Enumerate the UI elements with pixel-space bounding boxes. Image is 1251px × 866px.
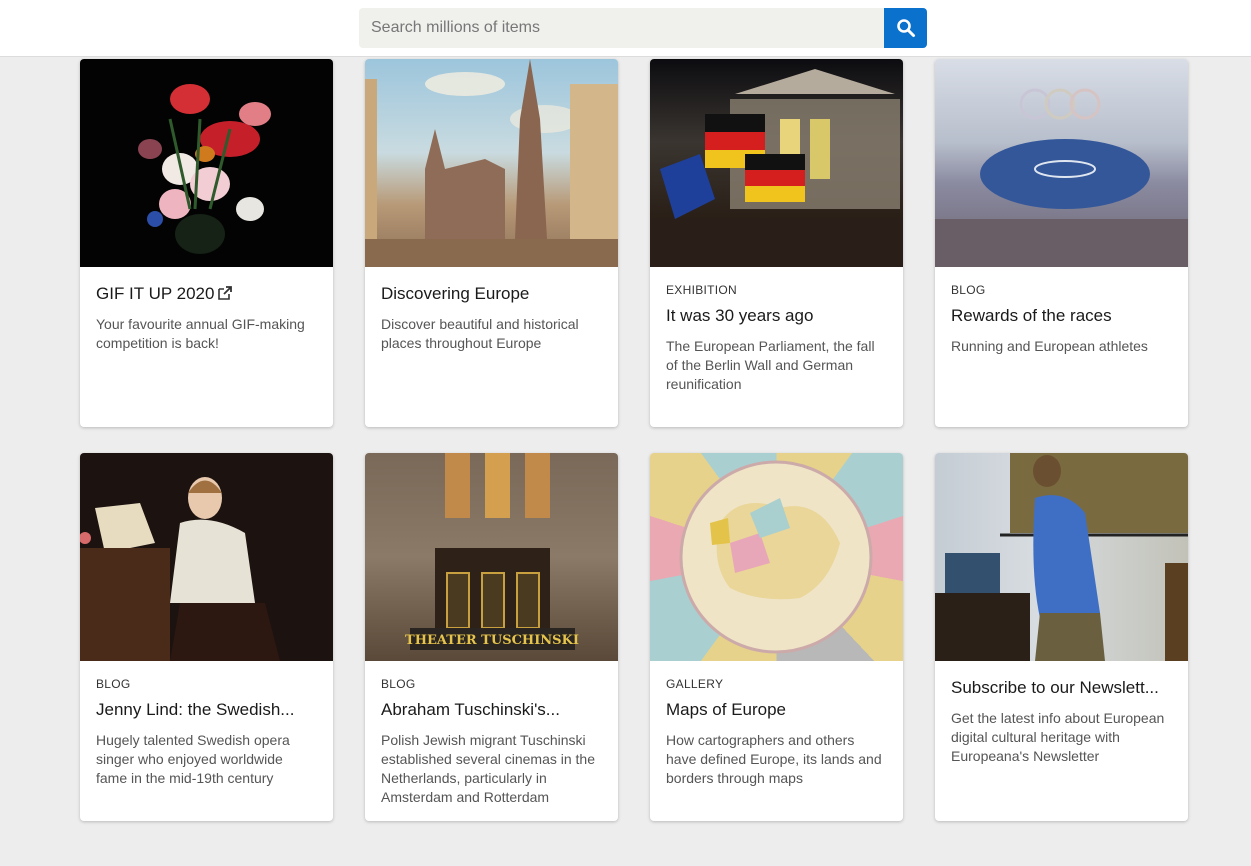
content-card[interactable]: THEATER TUSCHINSKI BLOG Abraham Tuschins… bbox=[365, 453, 618, 821]
card-title[interactable]: GIF IT UP 2020 bbox=[96, 283, 317, 305]
card-tag: BLOG bbox=[381, 677, 416, 691]
card-image bbox=[650, 59, 903, 267]
card-title[interactable]: Maps of Europe bbox=[666, 699, 887, 721]
card-title-text[interactable]: GIF IT UP 2020 bbox=[96, 284, 214, 303]
card-title[interactable]: Discovering Europe bbox=[381, 283, 602, 305]
content-card[interactable]: Discovering Europe Discover beautiful an… bbox=[365, 59, 618, 427]
card-image bbox=[80, 453, 333, 661]
card-tag: EXHIBITION bbox=[666, 283, 738, 297]
card-description: Polish Jewish migrant Tuschinski establi… bbox=[381, 732, 596, 805]
card-title[interactable]: Subscribe to our Newslett... bbox=[951, 677, 1172, 699]
content-card[interactable]: BLOG Rewards of the races Running and Eu… bbox=[935, 59, 1188, 427]
card-tag: BLOG bbox=[96, 677, 131, 691]
card-description: Hugely talented Swedish opera singer who… bbox=[96, 732, 290, 786]
card-title[interactable]: It was 30 years ago bbox=[666, 305, 887, 327]
card-title[interactable]: Jenny Lind: the Swedish... bbox=[96, 699, 317, 721]
card-image bbox=[935, 453, 1188, 661]
card-tag: GALLERY bbox=[666, 677, 724, 691]
content-card[interactable]: EXHIBITION It was 30 years ago The Europ… bbox=[650, 59, 903, 427]
card-description: Your favourite annual GIF-making competi… bbox=[96, 316, 305, 351]
card-description: How cartographers and others have define… bbox=[666, 732, 882, 786]
card-image bbox=[365, 59, 618, 267]
external-link-icon bbox=[218, 286, 233, 300]
search-button[interactable] bbox=[884, 8, 927, 48]
card-tag: BLOG bbox=[951, 283, 986, 297]
search-input[interactable] bbox=[359, 8, 884, 48]
card-description: Discover beautiful and historical places… bbox=[381, 316, 579, 351]
card-title[interactable]: Abraham Tuschinski's... bbox=[381, 699, 602, 721]
card-title[interactable]: Rewards of the races bbox=[951, 305, 1172, 327]
search-icon bbox=[896, 19, 915, 37]
card-description: Running and European athletes bbox=[951, 338, 1148, 354]
card-image bbox=[650, 453, 903, 661]
content-card[interactable]: BLOG Jenny Lind: the Swedish... Hugely t… bbox=[80, 453, 333, 821]
search-form bbox=[359, 8, 927, 48]
content-card[interactable]: GALLERY Maps of Europe How cartographers… bbox=[650, 453, 903, 821]
header bbox=[0, 0, 1251, 57]
card-image: THEATER TUSCHINSKI bbox=[365, 453, 618, 661]
content-card[interactable]: Subscribe to our Newslett... Get the lat… bbox=[935, 453, 1188, 821]
content-card[interactable]: GIF IT UP 2020 Your favourite annual GIF… bbox=[80, 59, 333, 427]
card-image bbox=[935, 59, 1188, 267]
card-description: The European Parliament, the fall of the… bbox=[666, 338, 875, 392]
card-description: Get the latest info about European digit… bbox=[951, 710, 1165, 764]
card-image bbox=[80, 59, 333, 267]
theater-sign-text: THEATER TUSCHINSKI bbox=[405, 633, 579, 648]
